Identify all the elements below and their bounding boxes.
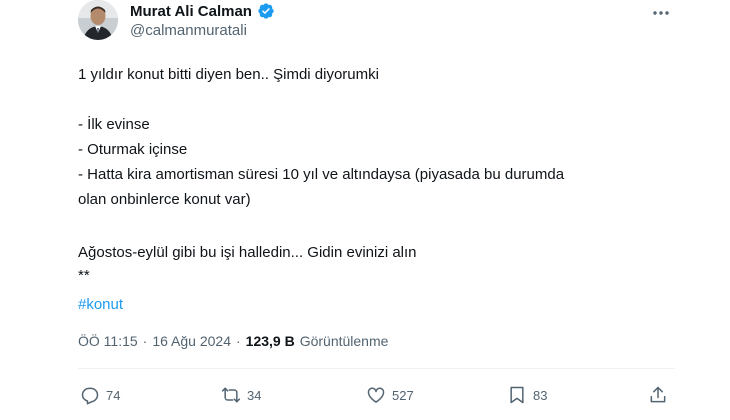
share-icon [650, 386, 666, 403]
more-icon [653, 11, 669, 15]
like-count: 527 [392, 387, 414, 403]
meta-separator: · [142, 333, 148, 349]
bookmark-count: 83 [533, 387, 548, 403]
tweet-text-line: ** [78, 267, 90, 284]
divider [78, 368, 675, 369]
tweet-text-line: - İlk evinse [78, 116, 150, 133]
reply-count: 74 [106, 387, 121, 403]
like-button[interactable]: 527 [366, 385, 414, 405]
author-display-name[interactable]: Murat Ali Calman [130, 3, 252, 20]
avatar[interactable] [78, 0, 118, 40]
reply-button[interactable]: 74 [80, 385, 120, 405]
verified-badge-icon [258, 3, 274, 19]
tweet-text-line: 1 yıldır konut bitti diyen ben.. Şimdi d… [78, 66, 379, 83]
share-button[interactable] [648, 385, 668, 405]
repost-icon [221, 387, 241, 403]
avatar-image [78, 0, 118, 40]
tweet-text-line: - Hatta kira amortisman süresi 10 yıl ve… [78, 166, 565, 183]
more-button[interactable] [648, 0, 674, 26]
views-label: Görüntülenme [299, 333, 389, 349]
bookmark-button[interactable]: 83 [507, 385, 547, 405]
repost-count: 34 [247, 387, 262, 403]
tweet-date[interactable]: 16 Ağu 2024 [152, 333, 231, 349]
hashtag-link[interactable]: #konut [78, 292, 123, 317]
tweet-meta: ÖÖ 11:15 · 16 Ağu 2024 · 123,9 B Görüntü… [78, 333, 388, 349]
tweet-text-line: olan onbinlerce konut var) [78, 191, 251, 208]
tweet-text-line: - Oturmak içinse [78, 141, 188, 158]
tweet-card: Murat Ali Calman @calmanmuratali 1 yıldı… [0, 0, 730, 420]
views-count: 123,9 B [245, 333, 295, 349]
like-icon [367, 387, 385, 403]
reply-icon [81, 387, 99, 405]
bookmark-icon [510, 386, 524, 404]
tweet-text-line: Ağostos-eylül gibi bu işi halledin... Gi… [78, 244, 417, 261]
meta-separator: · [235, 333, 241, 349]
author-handle[interactable]: @calmanmuratali [130, 22, 247, 39]
repost-button[interactable]: 34 [221, 385, 261, 405]
tweet-time[interactable]: ÖÖ 11:15 [78, 333, 138, 349]
author-name-row[interactable]: Murat Ali Calman [130, 2, 275, 20]
